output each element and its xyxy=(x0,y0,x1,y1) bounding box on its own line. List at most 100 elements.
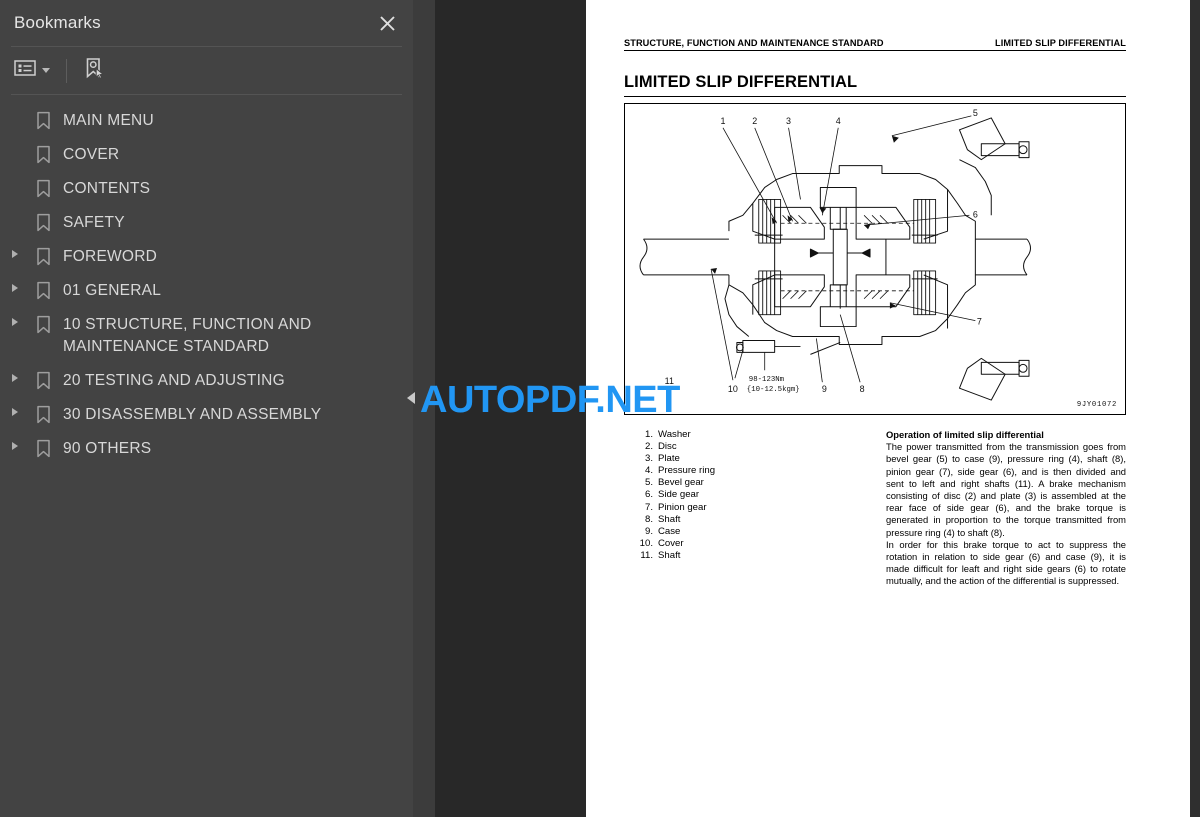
chevron-right-icon[interactable] xyxy=(0,370,30,382)
collapse-sidebar-icon[interactable] xyxy=(405,388,417,408)
triangle-left-icon xyxy=(407,392,415,404)
bookmark-item[interactable]: 01 GENERAL xyxy=(0,274,413,308)
bookmark-tree: MAIN MENU COVER CONTENTS SAFETY FOREWORD 01 G… xyxy=(0,95,413,466)
svg-text:7: 7 xyxy=(977,317,982,327)
parts-legend-row: 2. Disc xyxy=(624,441,886,453)
parts-legend-name: Pressure ring xyxy=(658,465,716,477)
chevron-right-icon[interactable] xyxy=(0,438,30,450)
twisty-spacer xyxy=(0,110,30,114)
page-title: LIMITED SLIP DIFFERENTIAL xyxy=(624,73,1126,97)
bookmark-item-label: COVER xyxy=(63,146,120,163)
parts-legend-row: 9. Case xyxy=(624,526,886,538)
parts-legend-row: 10. Cover xyxy=(624,538,886,550)
bookmark-item[interactable]: CONTENTS xyxy=(0,172,413,206)
bookmark-item[interactable]: FOREWORD xyxy=(0,240,413,274)
running-head: STRUCTURE, FUNCTION AND MAINTENANCE STAN… xyxy=(624,38,1126,51)
parts-legend-number: 3. xyxy=(644,453,653,465)
parts-legend-row: 4. Pressure ring xyxy=(624,465,886,477)
parts-legend-name: Side gear xyxy=(658,489,700,501)
parts-legend-number: 8. xyxy=(644,513,653,525)
parts-legend-name: Shaft xyxy=(658,513,681,525)
bookmark-item-label: FOREWORD xyxy=(63,248,158,265)
parts-legend-name: Plate xyxy=(658,453,680,465)
bookmark-item[interactable]: 20 TESTING AND ADJUSTING xyxy=(0,364,413,398)
parts-legend-row: 1. Washer xyxy=(624,429,886,441)
bookmarks-panel-title: Bookmarks xyxy=(14,13,101,32)
parts-legend-row: 6. Side gear xyxy=(624,489,886,501)
parts-legend-number: 2. xyxy=(644,441,653,453)
parts-legend-name: Washer xyxy=(658,429,691,440)
chevron-right-icon[interactable] xyxy=(0,404,30,416)
bookmark-icon xyxy=(30,144,56,164)
figure-limited-slip-differential: 1 2 3 4 5 6 7 8 9 10 11 98-123Nm {10-12.… xyxy=(624,103,1126,415)
operation-heading: Operation of limited slip differential xyxy=(886,429,1044,440)
parts-legend-number: 1. xyxy=(644,429,653,440)
chevron-right-icon[interactable] xyxy=(0,280,30,292)
parts-legend-name: Disc xyxy=(658,441,677,453)
parts-legend-name: Cover xyxy=(658,537,684,549)
bookmark-icon xyxy=(30,314,56,334)
bookmark-item-label: CONTENTS xyxy=(63,180,151,197)
parts-legend-number: 11. xyxy=(640,549,653,561)
bookmark-icon xyxy=(30,404,56,424)
bookmark-item[interactable]: 90 OTHERS xyxy=(0,432,413,466)
bookmark-icon xyxy=(30,212,56,232)
parts-legend-row: 3. Plate xyxy=(624,453,886,465)
operation-body: The power transmitted from the transmiss… xyxy=(886,441,1126,587)
bookmark-icon xyxy=(30,178,56,198)
bookmark-item-label: 90 OTHERS xyxy=(63,440,152,457)
differential-cross-section-drawing: 1 2 3 4 5 6 7 8 9 10 11 98-123Nm {10-12.… xyxy=(639,108,1031,401)
parts-legend-list: 1. Washer 2. Disc 3. Plate 4. Pressure ring 5. Be… xyxy=(624,429,886,588)
bookmark-item-label: 01 GENERAL xyxy=(63,282,162,299)
bookmark-item[interactable]: SAFETY xyxy=(0,206,413,240)
parts-legend-name: Bevel gear xyxy=(658,477,704,489)
bookmark-item-label: 10 STRUCTURE, FUNCTION AND MAINTENANCE S… xyxy=(63,316,312,355)
list-options-button[interactable] xyxy=(14,56,50,86)
bookmark-item-label: MAIN MENU xyxy=(63,112,154,129)
twisty-spacer xyxy=(0,178,30,182)
figure-legend-and-description: 1. Washer 2. Disc 3. Plate 4. Pressure ring 5. Be… xyxy=(624,429,1126,588)
bookmark-icon xyxy=(30,438,56,458)
chevron-down-icon xyxy=(42,68,50,73)
svg-text:8: 8 xyxy=(860,384,865,394)
parts-legend-name: Shaft xyxy=(658,549,681,561)
torque-note-line2: {10-12.5kgm} xyxy=(747,386,800,394)
bookmarks-sidebar: Bookmarks MAIN MENU COVER CONTENTS SAFET… xyxy=(0,0,413,817)
twisty-spacer xyxy=(0,212,30,216)
parts-legend-name: Case xyxy=(658,525,681,537)
list-options-icon xyxy=(14,59,36,82)
svg-text:10: 10 xyxy=(728,384,738,394)
bookmark-cursor-icon xyxy=(83,57,105,84)
parts-legend-number: 9. xyxy=(644,525,653,537)
sidebar-splitter[interactable] xyxy=(413,0,435,817)
parts-legend-row: 7. Pinion gear xyxy=(624,502,886,514)
operation-description: Operation of limited slip differential T… xyxy=(886,429,1126,588)
parts-legend-number: 6. xyxy=(644,489,653,501)
toolbar-divider xyxy=(66,58,67,83)
bookmark-icon xyxy=(30,280,56,300)
svg-text:6: 6 xyxy=(973,209,978,219)
page-content: STRUCTURE, FUNCTION AND MAINTENANCE STAN… xyxy=(624,0,1126,817)
bookmark-item-label: 30 DISASSEMBLY AND ASSEMBLY xyxy=(63,406,322,423)
bookmark-item[interactable]: 30 DISASSEMBLY AND ASSEMBLY xyxy=(0,398,413,432)
bookmark-item-label: SAFETY xyxy=(63,214,125,231)
parts-legend-row: 8. Shaft xyxy=(624,514,886,526)
bookmark-item[interactable]: MAIN MENU xyxy=(0,104,413,138)
bookmark-icon xyxy=(30,370,56,390)
parts-legend-row: 11. Shaft xyxy=(624,550,886,562)
chevron-right-icon[interactable] xyxy=(0,246,30,258)
operation-paragraph-2: In order for this brake torque to act to… xyxy=(886,538,1126,587)
bookmark-icon xyxy=(30,110,56,130)
twisty-spacer xyxy=(0,144,30,148)
chevron-right-icon[interactable] xyxy=(0,314,30,326)
figure-drawing-code: 9JY01072 xyxy=(1076,401,1117,409)
parts-legend-number: 5. xyxy=(644,477,653,489)
svg-text:3: 3 xyxy=(786,116,791,126)
expand-current-bookmark-button[interactable] xyxy=(83,56,105,86)
parts-legend-name: Pinion gear xyxy=(658,501,707,513)
svg-text:9: 9 xyxy=(822,384,827,394)
bookmark-item[interactable]: 10 STRUCTURE, FUNCTION AND MAINTENANCE S… xyxy=(0,308,413,364)
close-icon[interactable] xyxy=(373,9,401,37)
bookmark-item[interactable]: COVER xyxy=(0,138,413,172)
parts-legend-row: 5. Bevel gear xyxy=(624,477,886,489)
